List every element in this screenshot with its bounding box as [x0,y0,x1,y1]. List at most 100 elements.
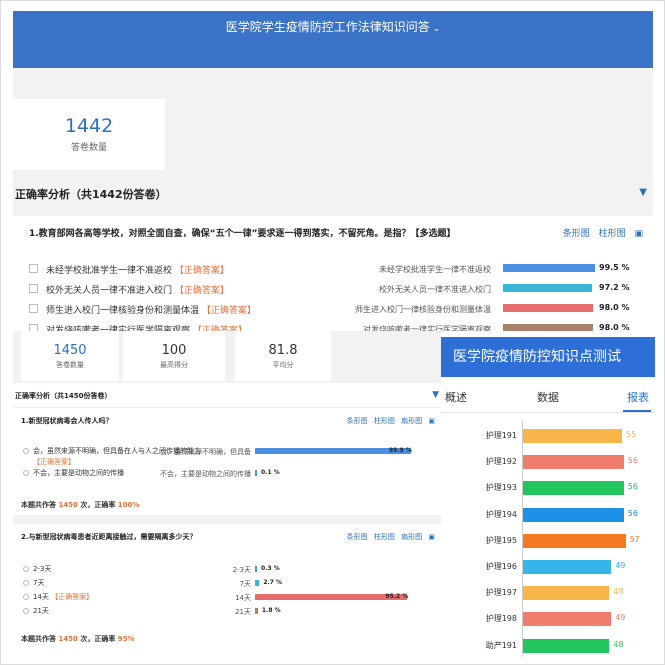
tab-overview[interactable]: 概述 [445,389,467,405]
chart-row: 护理191 55 [441,427,655,445]
bar-label: 校外无关人员一律不准进入校门 [379,285,491,294]
stat-average-score: 81.8 平均分 [235,331,331,381]
bar-value: 55 [626,430,637,439]
option-row: 未经学校批准学生一律不准返校 【正确答案】 未经学校批准学生一律不准返校 99.5 … [13,261,653,279]
bar-value: 56 [627,482,638,492]
option-label: 校外无关人员一律不准进入校门 【正确答案】 [46,283,229,296]
summary-middle: 次，正确率 [77,501,118,509]
chart-view-switch: 条形图 柱形图 扇形图 ▣ [343,532,435,542]
view-bar-link[interactable]: 条形图 [347,417,368,425]
chart-view-switch: 条形图 柱形图 扇形图 ▣ [343,416,435,426]
stat-highest-score: 100 最高得分 [123,331,225,381]
summary-count: 1450 [58,501,78,509]
survey-panel-bottom-left: 1450 答卷数量 100 最高得分 81.8 平均分 正确率分析（共1450份… [13,331,441,659]
category-label: 护理197 [485,588,517,598]
option-checkbox[interactable] [29,264,38,273]
view-column-link[interactable]: 柱形图 [374,417,395,425]
active-tab-indicator [623,410,651,412]
table-icon[interactable]: ▣ [634,229,643,239]
question-summary: 本题共作答 1450 次，正确率 100% [21,500,139,510]
category-label: 护理198 [485,614,517,624]
view-bar-link[interactable]: 条形图 [563,229,590,239]
correct-answer-tag: 【正确答案】 [51,593,94,601]
option-radio[interactable] [23,594,29,600]
view-column-link[interactable]: 柱形图 [374,533,395,541]
chart-bar [523,612,612,627]
correct-answer-tag: 【正确答案】 [174,266,229,276]
report-panel: 医学院疫情防控知识点测试 概述 数据 报表 护理191 55 护理192 56 护理19… [441,337,655,659]
bar-label: 未经学校批准学生一律不准返校 [379,265,491,274]
question-text: 1.新型冠状病毒会人传人吗？ [21,417,113,425]
bar-value: 49 [615,561,626,570]
chevron-down-icon[interactable]: ⌄ [433,24,441,34]
chart-row: 助产191 48 [441,637,655,655]
separator [13,515,441,523]
bar-label: 14天 [235,594,251,602]
option-text-content: 21天 [33,607,49,615]
category-label: 护理192 [485,457,517,467]
stat-value: 100 [161,343,187,358]
accuracy-bar [503,264,595,272]
chart-bar [523,586,610,601]
category-label: 护理195 [485,535,517,545]
accuracy-bar [255,608,258,614]
survey-header[interactable]: 医学院学生疫情防控工作法律知识问答 ⌄ [13,11,653,68]
option-radio[interactable] [23,580,29,586]
chart-bar [523,507,624,522]
option-radio[interactable] [23,448,29,454]
accuracy-percent: 98.0 % [599,303,630,312]
screenshot-frame: 医学院学生疫情防控工作法律知识问答 ⌄ 1442 答卷数量 正确率分析（共1442… [0,0,665,665]
option-label: 对发烧咳嗽者一律实行医学隔离观察 【正确答案】 [46,323,247,331]
accuracy-percent: 99.5 % [599,263,630,272]
tab-data[interactable]: 数据 [537,389,559,405]
question-summary: 本题共作答 1450 次，正确率 95% [21,634,135,644]
option-checkbox[interactable] [29,284,38,293]
tab-report[interactable]: 报表 [627,389,649,405]
accuracy-bar [503,324,594,331]
accuracy-title: 正确率分析（共1450份答卷） [15,392,112,400]
filter-icon[interactable]: ▼ [432,390,439,400]
accuracy-bar [503,304,594,312]
view-bar-link[interactable]: 条形图 [347,533,368,541]
option-radio[interactable] [23,566,29,572]
view-pie-link[interactable]: 扇形图 [401,533,422,541]
summary-count: 1450 [58,635,78,643]
summary-rate: 95% [117,635,135,643]
option-radio[interactable] [23,608,29,614]
option-row: 师生进入校门一律核验身份和测量体温 【正确答案】 师生进入校门一律核验身份和测量体… [13,301,653,319]
option-row: 不会，主要是动物之间的传播 不会，主要是动物之间的传播 0.1 % [13,468,441,482]
summary-prefix: 本题共作答 [21,501,59,509]
table-icon[interactable]: ▣ [428,417,435,425]
option-row: 14天 【正确答案】 14天 95.2 % [13,592,441,606]
option-label: 未经学校批准学生一律不准返校 【正确答案】 [46,263,229,276]
accuracy-percent: 0.1 % [261,469,280,476]
category-label: 护理193 [485,483,517,493]
bar-value: 57 [629,534,640,544]
filter-icon[interactable]: ▼ [639,187,647,198]
accuracy-percent: 95.2 % [385,593,409,600]
chart-row: 护理194 56 [441,506,655,524]
table-icon[interactable]: ▣ [428,533,435,541]
answer-count-label: 答卷数量 [70,143,107,153]
option-checkbox[interactable] [29,304,38,313]
bar-label: 会，虽然来源不明确，但具备 [160,448,251,456]
option-text: 师生进入校门一律核验身份和测量体温 [46,306,200,316]
option-text-content: 不会，主要是动物之间的传播 [33,469,124,477]
accuracy-percent: 1.8 % [261,607,281,614]
chart-bar [523,429,622,443]
option-checkbox[interactable] [29,324,38,331]
chart-bar [523,560,612,574]
correct-answer-tag: 【正确答案】 [201,306,256,316]
question-text: 1.教育部网各高等学校，对照全面自查，确保“五个一律”要求逐一得到落实，不留死角… [29,229,456,239]
option-radio[interactable] [23,470,29,476]
question-text: 2.与新型冠状病毒患者近距离接触过，需要隔离多少天？ [21,533,197,541]
view-column-link[interactable]: 柱形图 [599,229,626,239]
bar-value: 56 [627,456,638,466]
option-text: 校外无关人员一律不准进入校门 [46,286,173,296]
summary-rate: 100% [117,501,140,509]
bar-value: 49 [615,613,626,623]
stats-bar: 1450 答卷数量 100 最高得分 81.8 平均分 [13,331,441,383]
correct-answer-tag: 【正确答案】 [174,286,229,296]
view-pie-link[interactable]: 扇形图 [401,417,422,425]
option-text-content: 2-3天 [33,565,52,573]
